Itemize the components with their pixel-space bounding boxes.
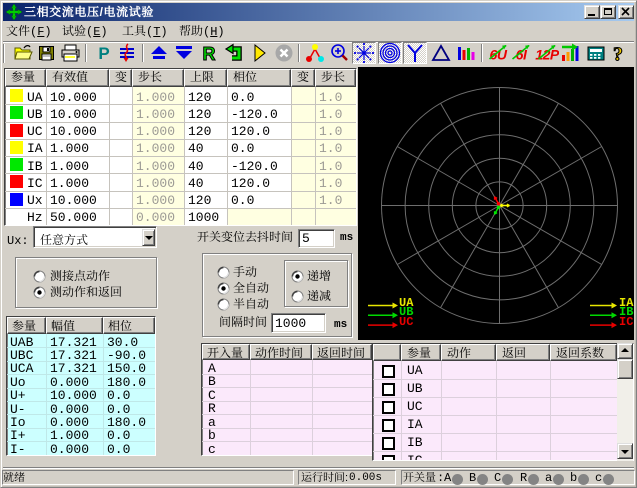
svg-text:6U: 6U <box>490 47 508 63</box>
svg-text:12P: 12P <box>535 47 559 63</box>
svg-text:R: R <box>203 44 216 64</box>
svg-text:P: P <box>98 44 109 63</box>
svg-text:?: ? <box>613 44 623 66</box>
